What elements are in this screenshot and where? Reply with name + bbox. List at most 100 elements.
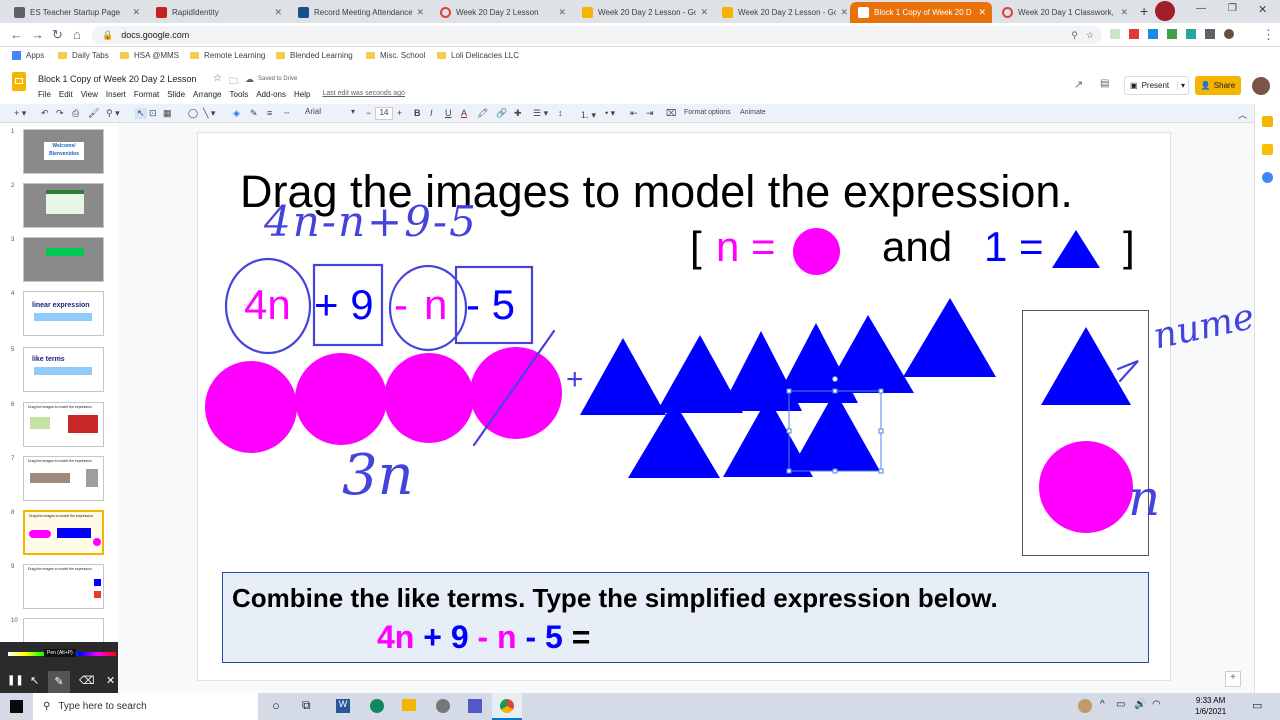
slide-thumb-7[interactable]: Drag the images to model the expression [23,456,104,501]
menu-format[interactable]: Format [134,90,159,99]
close-icon[interactable]: ✕ [416,7,424,18]
forward-icon[interactable]: → [31,27,44,43]
more-icon[interactable]: ⋮ [1262,27,1275,43]
url-field[interactable]: 🔒 docs.google.com ⚲ ☆ [92,26,1102,44]
tab-block1-copy[interactable]: Block 1 Copy of Week 20 D ✕ [850,2,992,23]
italic-icon[interactable]: I [430,108,433,118]
zoom-icon[interactable]: ⚲ ▾ [106,108,120,119]
resize-handle[interactable] [878,388,884,394]
last-edit-link[interactable]: Last edit was seconds ago [322,90,405,99]
star-icon[interactable]: ☆ [213,73,222,84]
close-icon[interactable]: ✕ [274,7,282,18]
word-icon[interactable]: W [336,699,350,713]
rotate-handle[interactable] [832,376,838,382]
link-icon[interactable]: 🔗 [496,108,507,119]
extension-icon[interactable] [1129,29,1139,39]
underline-icon[interactable]: U [445,108,452,118]
resize-handle[interactable] [832,388,838,394]
tab-week20-lesson[interactable]: Week 20 Day 2 Lesson ✕ [432,2,572,23]
text-color-icon[interactable]: A [461,108,467,118]
decrease-size-icon[interactable]: − [366,108,371,118]
close-window-button[interactable]: ✕ [1258,3,1267,16]
slides-logo-icon[interactable] [12,72,26,91]
bookmark-hsa[interactable]: HSA @MMS [120,47,179,64]
resize-handle[interactable] [786,388,792,394]
weather-icon[interactable] [1078,699,1092,713]
line-icon[interactable]: ╲ ▾ [203,108,215,119]
move-folder-icon[interactable]: 🗀 [229,74,238,90]
select-icon[interactable]: ↖ [135,108,147,119]
restore-button[interactable]: ❐ [1228,3,1237,14]
back-icon[interactable]: ← [10,27,23,43]
menu-tools[interactable]: Tools [230,90,249,99]
extension-icon[interactable] [1148,29,1158,39]
doc-title[interactable]: Block 1 Copy of Week 20 Day 2 Lesson [38,74,196,84]
slide-thumb-6[interactable]: Drag the images to model the expression [23,402,104,447]
new-tab-button[interactable]: + [1140,3,1148,19]
cortana-icon[interactable]: ○ [272,698,280,713]
draggable-circle[interactable] [295,353,387,445]
puzzle-icon[interactable] [1205,29,1215,39]
bookmark-misc-school[interactable]: Misc. School [366,47,425,64]
pen-icon[interactable]: ✎ [48,671,70,693]
tab-es-teacher[interactable]: ES Teacher Startup Page ✕ [6,2,146,23]
highlight-icon[interactable]: 🖍 [477,108,488,119]
new-slide-icon[interactable]: + ▾ [14,108,26,119]
menu-edit[interactable]: Edit [59,90,73,99]
undo-icon[interactable]: ↶ [41,108,49,119]
print-icon[interactable]: ⎙ [72,108,79,119]
extension-icon[interactable] [1110,29,1120,39]
animate-button[interactable]: Animate [740,109,766,116]
share-button[interactable]: 👤 Share [1195,76,1241,95]
draggable-circle[interactable] [470,347,562,439]
home-icon[interactable]: ⌂ [73,27,81,43]
close-icon[interactable]: ✕ [106,674,115,687]
slide-thumb-2[interactable] [23,183,104,228]
teams-icon[interactable] [468,699,482,713]
chevron-down-icon[interactable]: ▾ [1176,81,1185,90]
align-icon[interactable]: ☰ ▾ [533,108,548,119]
bookmark-apps[interactable]: Apps [12,47,44,64]
menu-slide[interactable]: Slide [167,90,185,99]
chrome-taskbar-button[interactable] [492,693,522,720]
draggable-triangle[interactable] [824,315,914,393]
volume-icon[interactable]: 🔊 [1134,699,1146,710]
numbered-list-icon[interactable]: ⒈ ▾ [580,108,596,121]
tab-rapididentity[interactable]: RapidIdentity ✕ [148,2,288,23]
menu-insert[interactable]: Insert [106,90,126,99]
draggable-circle[interactable] [205,361,297,453]
source-triangle[interactable] [1039,325,1133,407]
tab-record-attendance[interactable]: Record Meeting Attendance ✕ [290,2,430,23]
collapse-icon[interactable]: ︿ [1238,108,1247,121]
explorer-icon[interactable] [402,699,416,711]
increase-indent-icon[interactable]: ⇥ [646,108,654,119]
task-view-icon[interactable]: ⧉ [302,698,311,713]
comment-icon[interactable]: ✚ [514,108,522,119]
slide-canvas[interactable]: Drag the images to model the expression.… [198,133,1275,680]
minimize-button[interactable]: — [1196,3,1206,14]
pause-icon[interactable]: ❚❚ [7,675,24,686]
eraser-icon[interactable]: ⌫ [79,674,95,687]
slide-thumb-3[interactable] [23,237,104,282]
avatar[interactable] [1252,77,1270,95]
bulleted-list-icon[interactable]: • ▾ [605,108,615,119]
star-icon[interactable]: ☆ [1086,30,1094,41]
line-spacing-icon[interactable]: ↕ [558,108,563,118]
menu-arrange[interactable]: Arrange [193,90,221,99]
draggable-circle[interactable] [384,353,474,443]
resize-handle[interactable] [786,428,792,434]
calendar-icon[interactable] [1262,116,1273,127]
fill-color-icon[interactable]: ◈ [233,108,240,119]
resize-handle[interactable] [878,468,884,474]
windows-start-icon[interactable] [10,700,23,713]
resize-handle[interactable] [832,468,838,474]
menu-help[interactable]: Help [294,90,310,99]
slide-thumb-4[interactable]: linear expression [23,291,104,336]
slide-thumb-1[interactable]: Welcome/ Bienvenidos [23,129,104,174]
font-size-field[interactable]: 14 [375,107,393,120]
bookmark-daily-tabs[interactable]: Daily Tabs [58,47,109,64]
reload-icon[interactable]: ↻ [52,27,63,43]
increase-size-icon[interactable]: + [397,108,402,118]
decrease-indent-icon[interactable]: ⇤ [630,108,638,119]
resize-handle[interactable] [786,468,792,474]
